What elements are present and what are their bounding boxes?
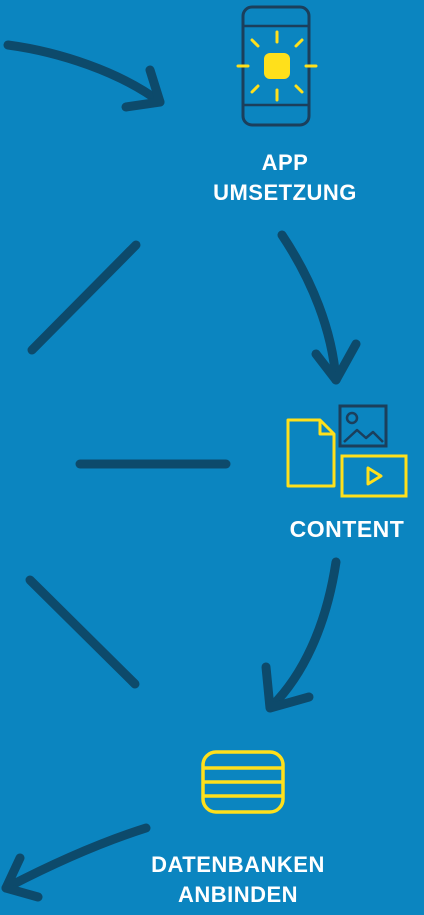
database-icon	[201, 750, 285, 814]
step-database-label: DATENBANKEN ANBINDEN	[118, 850, 358, 910]
cycle-stroke-upper	[27, 240, 141, 355]
step-content-text: CONTENT	[289, 516, 405, 542]
arrow-to-app	[3, 40, 165, 107]
step-database-line2: ANBINDEN	[177, 882, 299, 907]
arrow-app-to-content	[277, 230, 341, 385]
step-app-line2: UMSETZUNG	[213, 180, 357, 205]
step-database-line1: DATENBANKEN	[151, 852, 325, 877]
cycle-stroke-lower	[25, 575, 140, 689]
workflow-diagram: APP UMSETZUNG CONTENT DATENBANKEN ANBIND…	[0, 0, 424, 915]
step-content-label: CONTENT	[272, 514, 422, 544]
step-app-line1: APP	[261, 150, 309, 175]
step-app-label: APP UMSETZUNG	[170, 148, 400, 208]
media-files-icon	[286, 404, 408, 498]
phone-sun-icon	[236, 5, 318, 127]
arrow-content-to-database	[267, 557, 341, 711]
